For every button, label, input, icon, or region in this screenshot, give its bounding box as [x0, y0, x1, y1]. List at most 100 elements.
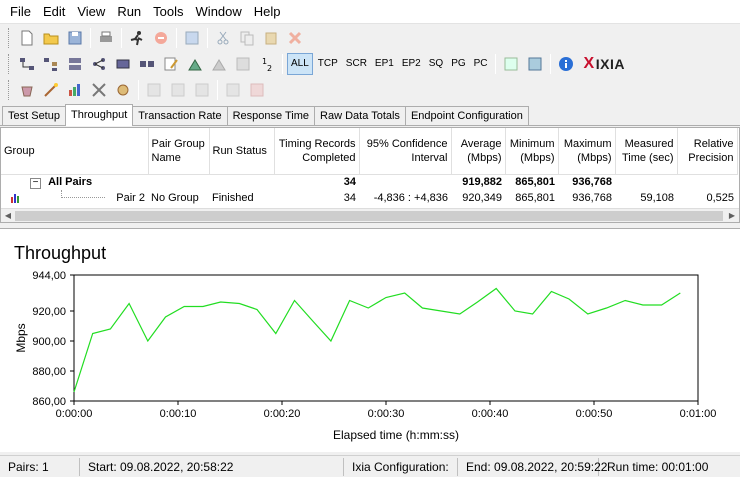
filter-pg-button[interactable]: PG: [448, 53, 468, 75]
filter-all-button[interactable]: ALL: [287, 53, 313, 75]
disabled-script-icon[interactable]: [208, 53, 230, 75]
toolbar-grip[interactable]: [8, 80, 11, 100]
menu-view[interactable]: View: [71, 0, 111, 24]
menu-run[interactable]: Run: [111, 0, 147, 24]
x-tick-label: 0:00:50: [576, 408, 613, 420]
disabled-layout-icon[interactable]: [143, 79, 165, 101]
pair-name: Pair 2: [116, 192, 145, 204]
cell-relative: 0,525: [706, 192, 734, 204]
ixia-logo: X IXIA: [583, 55, 625, 72]
stop-icon[interactable]: [150, 27, 172, 49]
protocol-toolbar: 12 ALL TCP SCR EP1 EP2 SQ PG PC X IXIA: [0, 51, 740, 77]
filter-pc-button[interactable]: PC: [471, 53, 491, 75]
main-toolbar: [0, 25, 740, 51]
toolbar-grip[interactable]: [8, 28, 11, 48]
pair-icon[interactable]: [16, 53, 38, 75]
toolbar-separator: [217, 80, 218, 100]
x-tick-label: 0:00:30: [368, 408, 405, 420]
plot-area: [73, 274, 699, 402]
disabled-table-icon[interactable]: [232, 53, 254, 75]
collapse-icon[interactable]: −: [30, 177, 41, 189]
new-file-icon[interactable]: [16, 27, 38, 49]
cut-icon[interactable]: [212, 27, 234, 49]
menu-tools[interactable]: Tools: [147, 0, 189, 24]
col-timing-records[interactable]: Timing Records Completed: [274, 128, 360, 175]
network-icon[interactable]: [88, 53, 110, 75]
col-confidence[interactable]: 95% Confidence Interval: [359, 128, 452, 175]
tab-response-time[interactable]: Response Time: [226, 106, 316, 125]
info-icon[interactable]: [555, 53, 577, 75]
disabled-layout-icon[interactable]: [191, 79, 213, 101]
delete-icon[interactable]: [284, 27, 306, 49]
menu-window[interactable]: Window: [190, 0, 248, 24]
x-axis-label: Elapsed time (h:mm:ss): [333, 428, 459, 442]
col-pair-group-name[interactable]: Pair Group Name: [148, 128, 210, 175]
col-group[interactable]: Group: [1, 128, 149, 175]
filter-ep2-button[interactable]: EP2: [399, 53, 424, 75]
endpoint-icon[interactable]: [112, 53, 134, 75]
menu-help[interactable]: Help: [248, 0, 287, 24]
print-icon[interactable]: [95, 27, 117, 49]
one-two-icon[interactable]: 12: [256, 53, 278, 75]
refresh-icon[interactable]: [181, 27, 203, 49]
col-relative-precision[interactable]: Relative Precision: [677, 128, 738, 175]
col-measured-time[interactable]: Measured Time (sec): [615, 128, 678, 175]
filter-tcp-button[interactable]: TCP: [315, 53, 341, 75]
paste-icon[interactable]: [260, 27, 282, 49]
tree-connector: [61, 190, 105, 198]
tab-raw-data-totals[interactable]: Raw Data Totals: [314, 106, 406, 125]
export-icon[interactable]: [524, 53, 546, 75]
table-row-pair-2[interactable]: Pair 2 No Group Finished 34 -4,836 : +4,…: [1, 190, 737, 206]
status-ixia-config: Ixia Configuration:: [344, 457, 458, 476]
col-average[interactable]: Average (Mbps): [451, 128, 506, 175]
cell-maximum: 936,768: [572, 192, 612, 204]
tab-endpoint-configuration[interactable]: Endpoint Configuration: [404, 106, 529, 125]
pair-chart-icon: [11, 193, 21, 203]
group-icon[interactable]: [64, 53, 86, 75]
bucket-icon[interactable]: [16, 79, 38, 101]
toolbar-grip[interactable]: [8, 54, 11, 74]
y-axis-label: Mbps: [14, 323, 28, 352]
toolbar-separator: [549, 54, 551, 74]
chart-icon[interactable]: [64, 79, 86, 101]
edit-script-icon[interactable]: [160, 53, 182, 75]
x-tick-label: 0:00:40: [472, 408, 509, 420]
tab-test-setup[interactable]: Test Setup: [2, 106, 66, 125]
cell-minimum: 865,801: [515, 176, 555, 189]
filter-sq-button[interactable]: SQ: [426, 53, 446, 75]
disabled-layout-icon[interactable]: [246, 79, 268, 101]
col-run-status[interactable]: Run Status: [209, 128, 275, 175]
tools-icon[interactable]: [88, 79, 110, 101]
tab-throughput[interactable]: Throughput: [64, 104, 134, 126]
toolbar-separator: [121, 28, 122, 48]
scrollbar-thumb[interactable]: [15, 211, 723, 221]
disabled-layout-icon[interactable]: [167, 79, 189, 101]
save-icon[interactable]: [64, 27, 86, 49]
filter-scr-button[interactable]: SCR: [343, 53, 370, 75]
open-folder-icon[interactable]: [40, 27, 62, 49]
toolbar-separator: [207, 28, 208, 48]
menu-file[interactable]: File: [4, 0, 37, 24]
link-icon[interactable]: [136, 53, 158, 75]
toolbar-separator: [138, 80, 139, 100]
filter-ep1-button[interactable]: EP1: [372, 53, 397, 75]
scroll-left-icon[interactable]: ◀: [1, 209, 15, 222]
x-tick-label: 0:00:20: [264, 408, 301, 420]
menu-edit[interactable]: Edit: [37, 0, 71, 24]
col-maximum[interactable]: Maximum (Mbps): [558, 128, 616, 175]
multicast-icon[interactable]: [40, 53, 62, 75]
tools-toolbar: [0, 77, 740, 103]
run-icon[interactable]: [126, 27, 148, 49]
disabled-layout-icon[interactable]: [222, 79, 244, 101]
wand-icon[interactable]: [40, 79, 62, 101]
report-icon[interactable]: [500, 53, 522, 75]
settings-icon[interactable]: [112, 79, 134, 101]
scroll-right-icon[interactable]: ▶: [725, 209, 739, 222]
horizontal-scrollbar[interactable]: ◀ ▶: [1, 208, 739, 222]
copy-icon[interactable]: [236, 27, 258, 49]
script-icon[interactable]: [184, 53, 206, 75]
table-row-all-pairs[interactable]: − All Pairs 34 919,882 865,801 936,768: [1, 174, 737, 190]
col-minimum[interactable]: Minimum (Mbps): [505, 128, 559, 175]
tab-transaction-rate[interactable]: Transaction Rate: [132, 106, 228, 125]
status-bar: Pairs: 1 Start: 09.08.2022, 20:58:22 Ixi…: [0, 455, 740, 477]
